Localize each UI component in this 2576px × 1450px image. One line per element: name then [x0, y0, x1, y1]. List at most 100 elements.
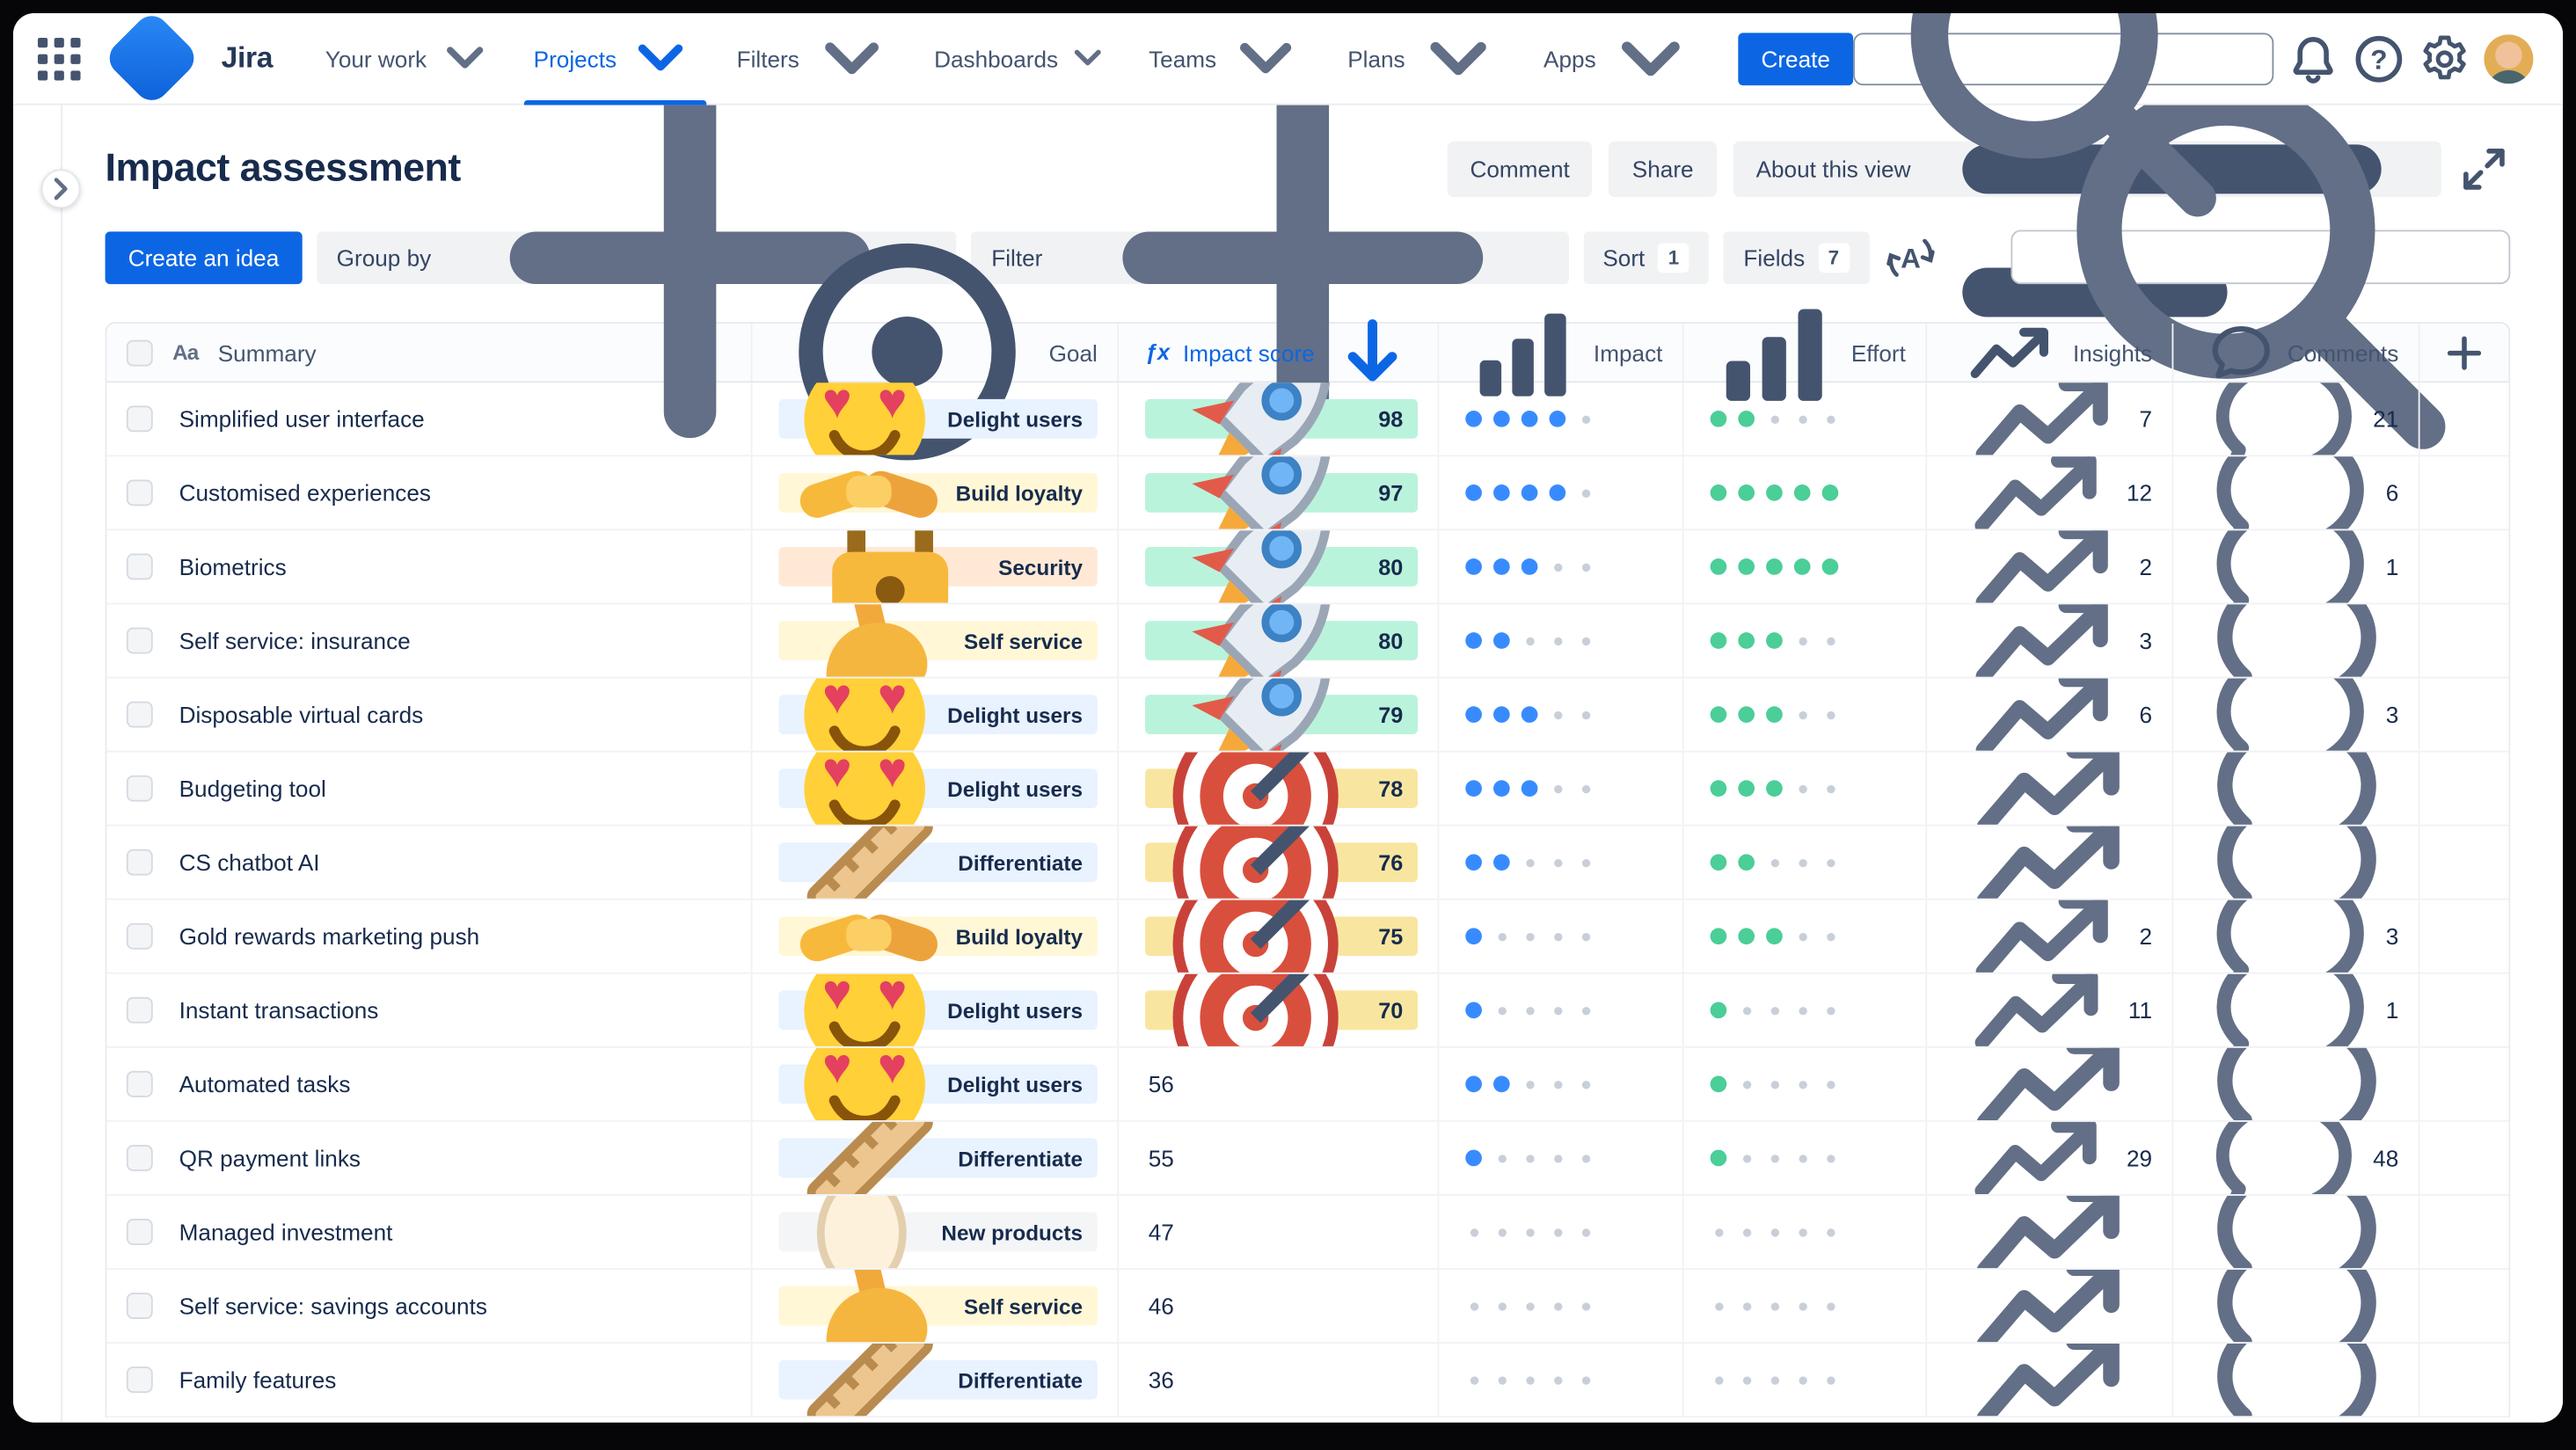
- effort-cell[interactable]: [1684, 826, 1928, 899]
- goal-cell[interactable]: ♥ ♥ Delight users: [753, 752, 1120, 825]
- effort-cell[interactable]: [1684, 752, 1928, 825]
- impact-dots[interactable]: [1465, 854, 1594, 871]
- share-button[interactable]: Share: [1609, 141, 1717, 198]
- global-search-box[interactable]: [1853, 12, 2274, 217]
- table-row[interactable]: Budgeting tool ♥ ♥ Delight users 78: [106, 752, 2509, 827]
- goal-cell[interactable]: Self service: [753, 604, 1120, 677]
- create-idea-button[interactable]: Create an idea: [105, 230, 303, 284]
- jira-logo[interactable]: Jira: [85, 13, 289, 118]
- goal-cell[interactable]: ♥ ♥ Delight users: [753, 678, 1120, 751]
- row-checkbox[interactable]: [126, 849, 153, 876]
- summary-cell[interactable]: Automated tasks: [106, 1047, 753, 1120]
- impact-cell[interactable]: [1439, 1269, 1684, 1343]
- summary-cell[interactable]: Managed investment: [106, 1195, 753, 1269]
- select-all-checkbox[interactable]: [126, 339, 153, 366]
- comments-cell[interactable]: [2173, 1195, 2420, 1269]
- nav-item-projects[interactable]: Projects: [514, 13, 717, 105]
- impact-score-cell[interactable]: 76: [1119, 826, 1440, 899]
- nav-item-plans[interactable]: Plans: [1328, 13, 1524, 105]
- table-row[interactable]: Self service: insurance Self service 80 …: [106, 604, 2509, 679]
- summary-column-header[interactable]: Aa Summary: [106, 323, 753, 382]
- goal-cell[interactable]: New products: [753, 1195, 1120, 1269]
- impact-dots[interactable]: [1465, 780, 1594, 797]
- summary-cell[interactable]: Self service: insurance: [106, 604, 753, 677]
- impact-score-cell[interactable]: 55: [1119, 1121, 1440, 1195]
- help-button[interactable]: ?: [2353, 32, 2405, 84]
- impact-dots[interactable]: [1465, 1298, 1594, 1315]
- goal-cell[interactable]: ♥ ♥ Delight users: [753, 1047, 1120, 1120]
- impact-dots[interactable]: [1465, 485, 1594, 501]
- effort-cell[interactable]: [1684, 1195, 1928, 1269]
- comments-cell[interactable]: [2173, 1047, 2420, 1120]
- goal-badge[interactable]: Security: [778, 530, 1098, 603]
- effort-dots[interactable]: [1710, 632, 1839, 649]
- insights-cell[interactable]: [1927, 1195, 2174, 1269]
- effort-dots[interactable]: [1710, 706, 1839, 723]
- goal-cell[interactable]: ♥ ♥ Delight users: [753, 973, 1120, 1046]
- create-button[interactable]: Create: [1738, 32, 1854, 85]
- row-checkbox[interactable]: [126, 479, 153, 506]
- summary-cell[interactable]: Instant transactions: [106, 973, 753, 1046]
- table-row[interactable]: Automated tasks ♥ ♥ Delight users 56: [106, 1047, 2509, 1122]
- impact-score-cell[interactable]: 97: [1119, 456, 1440, 529]
- effort-dots[interactable]: [1710, 854, 1839, 871]
- comments-cell[interactable]: 48: [2173, 1121, 2420, 1195]
- row-checkbox[interactable]: [126, 627, 153, 654]
- table-row[interactable]: Biometrics Security 80 2 1: [106, 530, 2509, 605]
- impact-score-cell[interactable]: 75: [1119, 900, 1440, 973]
- insights-column-header[interactable]: Insights: [1927, 323, 2174, 382]
- goal-badge[interactable]: Self service: [778, 1269, 1098, 1343]
- goal-badge[interactable]: Differentiate: [778, 826, 1098, 899]
- impact-cell[interactable]: [1439, 1344, 1684, 1417]
- fields-button[interactable]: Fields 7: [1723, 230, 1870, 284]
- effort-dots[interactable]: [1710, 558, 1839, 575]
- table-row[interactable]: Managed investment New products 47: [106, 1195, 2509, 1270]
- goal-column-header[interactable]: Goal: [753, 244, 1120, 461]
- goal-badge[interactable]: ♥ ♥ Delight users: [778, 383, 1098, 455]
- goal-badge[interactable]: New products: [778, 1195, 1098, 1269]
- nav-item-teams[interactable]: Teams: [1129, 13, 1328, 105]
- impact-score-cell[interactable]: 80: [1119, 530, 1440, 603]
- effort-dots[interactable]: [1710, 1002, 1839, 1019]
- nav-item-apps[interactable]: Apps: [1524, 13, 1719, 105]
- row-checkbox[interactable]: [126, 1293, 153, 1320]
- nav-item-filters[interactable]: Filters: [717, 13, 914, 105]
- filter-button[interactable]: Filter: [971, 105, 1569, 438]
- effort-cell[interactable]: [1684, 604, 1928, 677]
- table-row[interactable]: Family features Differentiate 36: [106, 1344, 2509, 1418]
- impact-dots[interactable]: [1465, 928, 1594, 945]
- summary-cell[interactable]: Family features: [106, 1344, 753, 1417]
- goal-badge[interactable]: Build loyalty: [778, 914, 1098, 962]
- impact-cell[interactable]: [1439, 900, 1684, 973]
- insights-cell[interactable]: [1927, 1344, 2174, 1417]
- goal-badge[interactable]: ♥ ♥ Delight users: [778, 752, 1098, 825]
- effort-cell[interactable]: [1684, 900, 1928, 973]
- settings-button[interactable]: [2419, 32, 2471, 84]
- insights-cell[interactable]: [1927, 826, 2174, 899]
- row-checkbox[interactable]: [126, 922, 153, 950]
- sort-button[interactable]: Sort 1: [1582, 230, 1710, 284]
- effort-cell[interactable]: [1684, 678, 1928, 751]
- table-row[interactable]: CS chatbot AI Differentiate 76: [106, 826, 2509, 900]
- comments-column-header[interactable]: Comments: [2173, 323, 2420, 382]
- effort-cell[interactable]: [1684, 1047, 1928, 1120]
- table-row[interactable]: Disposable virtual cards ♥ ♥ Delight user…: [106, 678, 2509, 753]
- effort-cell[interactable]: [1684, 530, 1928, 603]
- impact-dots[interactable]: [1465, 1224, 1594, 1241]
- row-checkbox[interactable]: [126, 553, 153, 580]
- row-checkbox[interactable]: [126, 1144, 153, 1171]
- comments-cell[interactable]: 3: [2173, 678, 2420, 751]
- effort-cell[interactable]: [1684, 1344, 1928, 1417]
- nav-item-dashboards[interactable]: Dashboards: [915, 13, 1129, 105]
- impact-score-cell[interactable]: 46: [1119, 1269, 1440, 1343]
- impact-dots[interactable]: [1465, 1075, 1594, 1093]
- effort-dots[interactable]: [1710, 928, 1839, 945]
- impact-score-cell[interactable]: 56: [1119, 1047, 1440, 1120]
- table-row[interactable]: Instant transactions ♥ ♥ Delight users 70…: [106, 973, 2509, 1048]
- goal-badge[interactable]: ♥ ♥ Delight users: [778, 973, 1098, 1046]
- table-row[interactable]: Customised experiences Build loyalty 97 …: [106, 456, 2509, 531]
- effort-dots[interactable]: [1710, 1149, 1839, 1167]
- nav-item-your-work[interactable]: Your work: [305, 13, 514, 105]
- insights-cell[interactable]: 2: [1927, 530, 2174, 603]
- row-checkbox[interactable]: [126, 996, 153, 1024]
